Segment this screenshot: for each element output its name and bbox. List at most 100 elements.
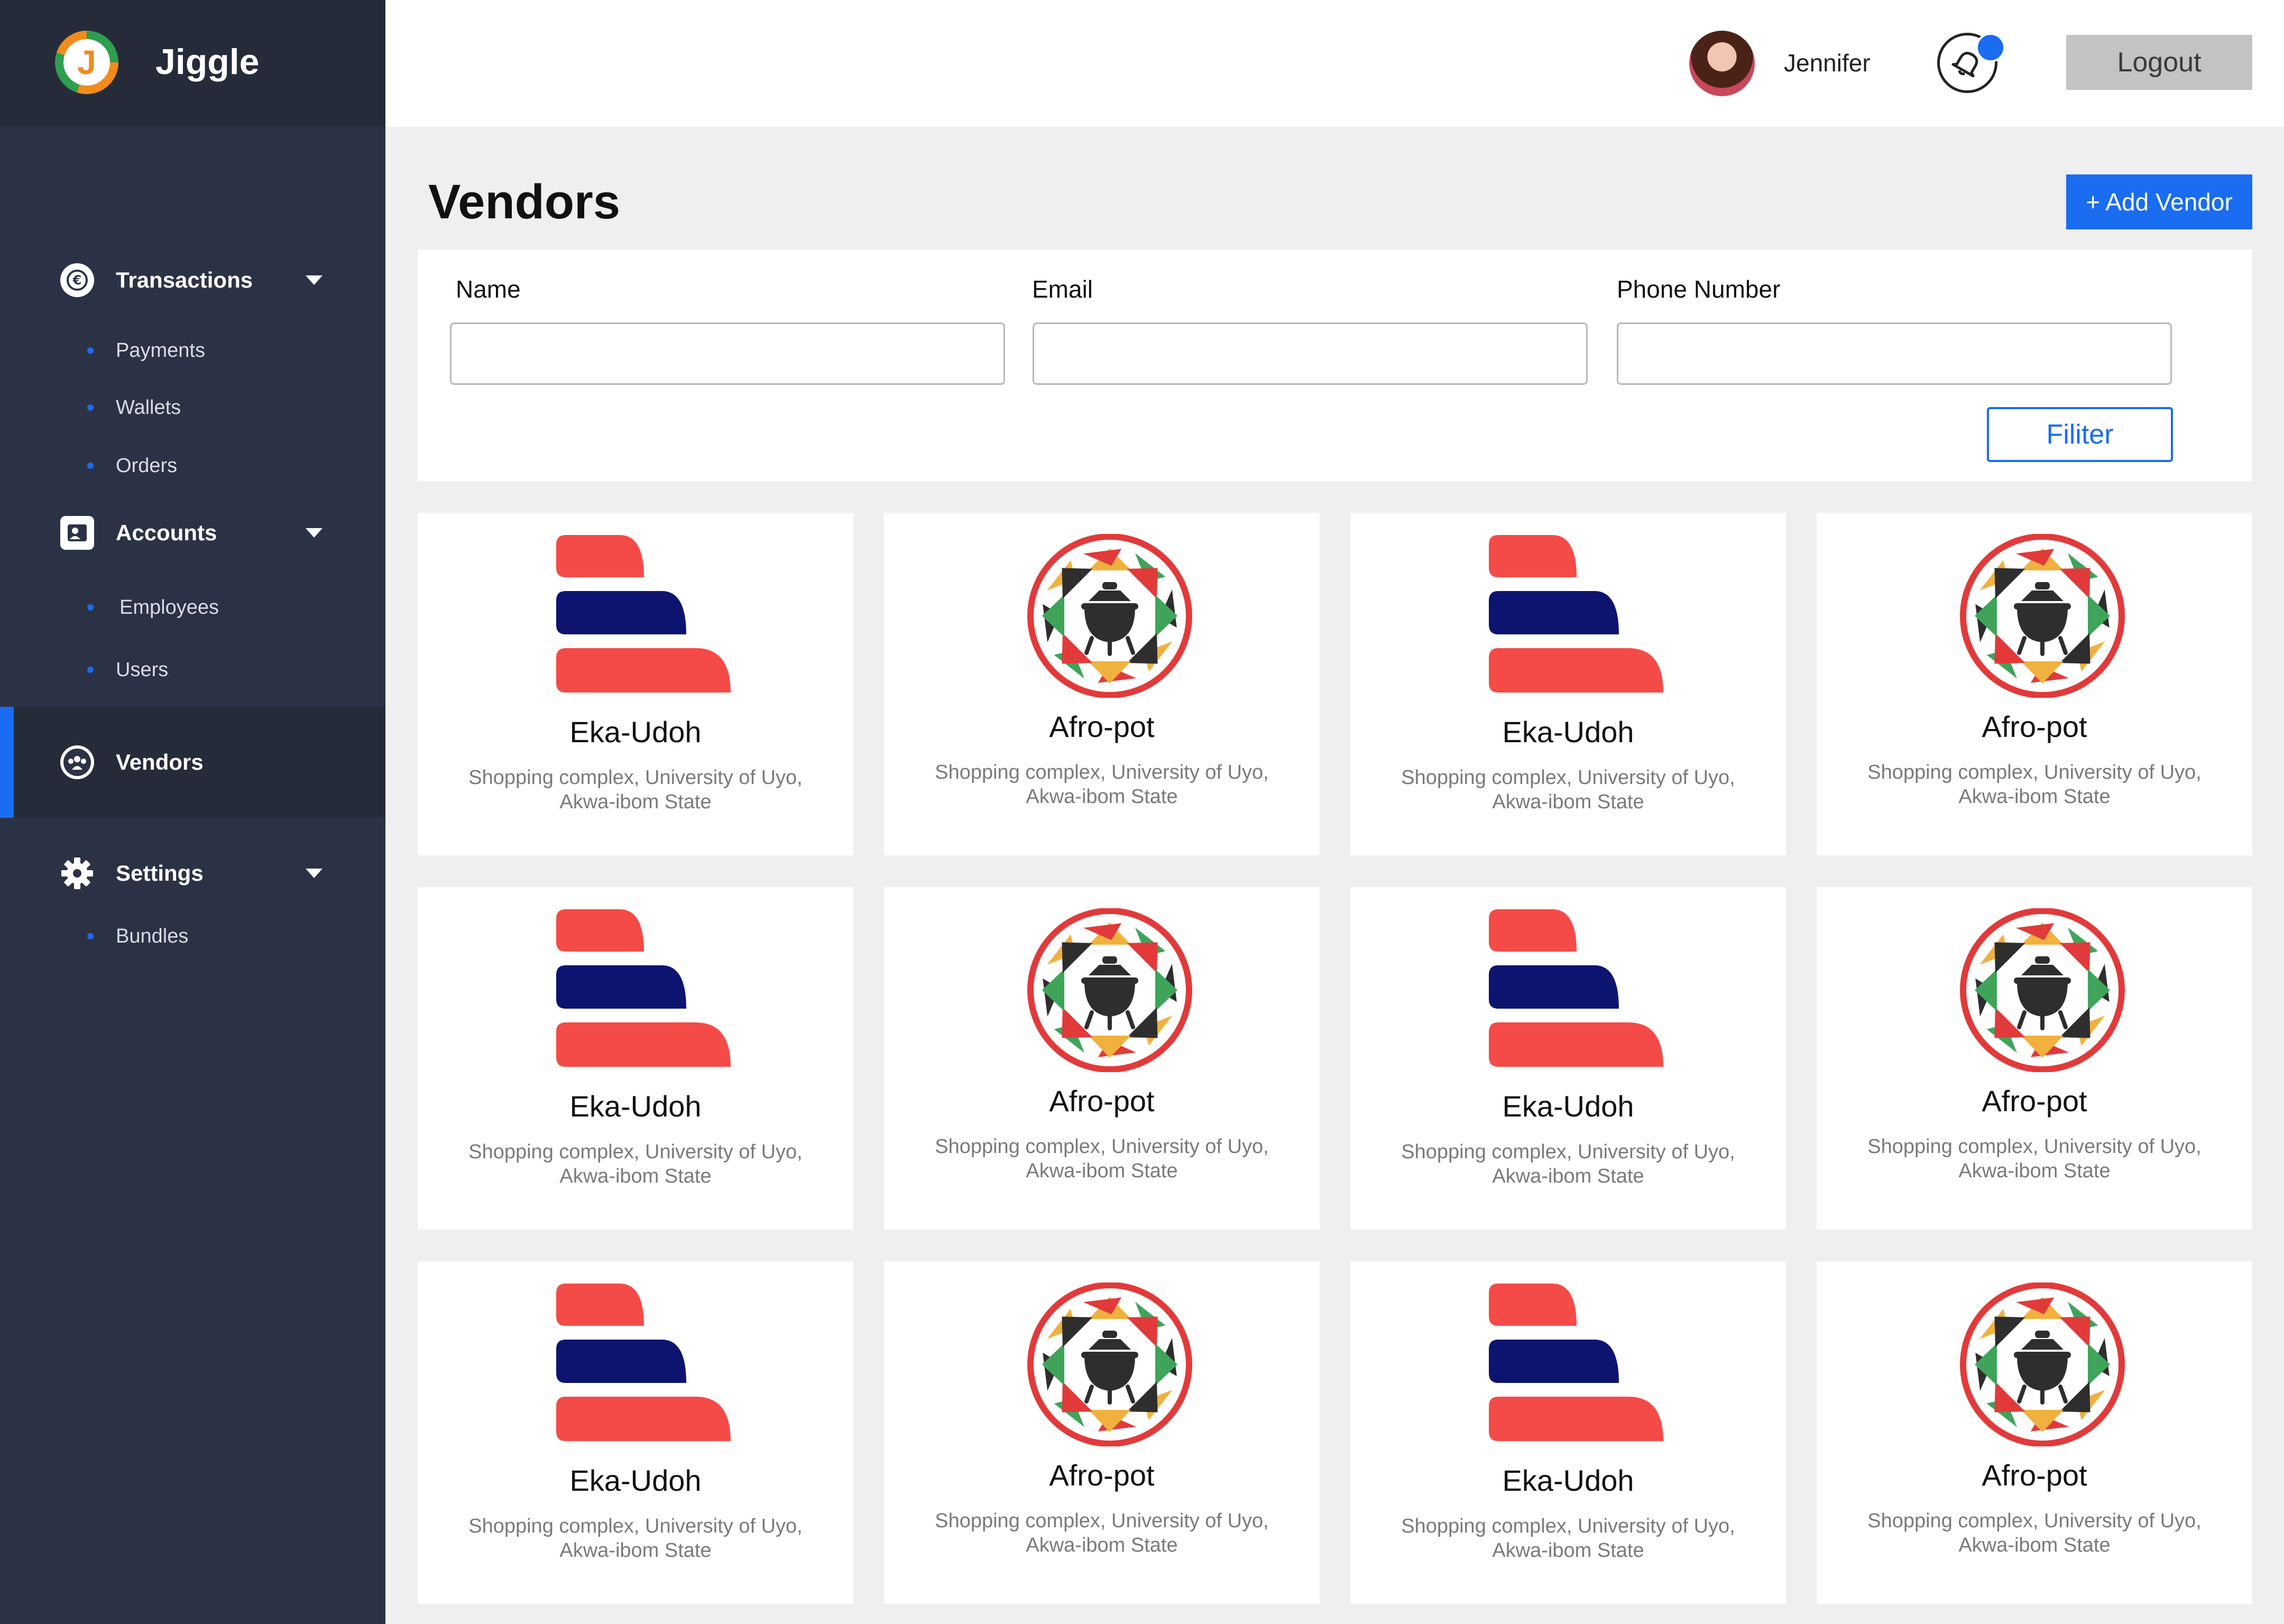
chevron-down-icon[interactable] [306,275,323,285]
bullet-icon [87,667,94,673]
chevron-down-icon[interactable] [306,869,323,878]
vendor-address-line1: Shopping complex, University of Uyo, [1867,1136,2202,1158]
vendor-address-line2: Akwa-ibom State [1958,1160,2111,1182]
afro-pot-logo [1955,908,2130,1073]
add-vendor-button[interactable]: + Add Vendor [2066,174,2252,229]
vendor-card[interactable]: Eka-Udoh Shopping complex, University of… [418,1261,853,1604]
sidebar-item-wallets[interactable]: Wallets [0,384,385,431]
phone-filter-label: Phone Number [1617,275,1781,303]
vendor-address-line2: Akwa-ibom State [1958,786,2111,808]
sidebar-item-employees[interactable]: Employees [0,584,385,631]
sidebar-section-label: Vendors [116,750,204,774]
chevron-down-icon[interactable] [306,528,323,538]
name-filter-label: Name [456,275,521,303]
sidebar-item-vendors[interactable]: Vendors [0,707,385,818]
vendor-address-line2: Akwa-ibom State [1026,1534,1178,1556]
eka-udoh-logo [556,534,731,698]
vendor-card[interactable]: Eka-Udoh Shopping complex, University of… [418,513,853,855]
vendor-card[interactable]: Eka-Udoh Shopping complex, University of… [418,887,853,1230]
filter-panel: Name Email Phone Number Filiter [418,250,2252,481]
sidebar-section-label: Accounts [116,520,217,545]
vendor-address: Shopping complex, University of Uyo, Akw… [1350,765,1786,814]
sidebar-section-settings[interactable]: Settings [0,842,385,905]
sidebar-item-payments[interactable]: Payments [0,327,385,374]
vendor-address: Shopping complex, University of Uyo, Akw… [884,1509,1320,1557]
vendor-name: Eka-Udoh [1502,715,1634,749]
vendor-address: Shopping complex, University of Uyo, Akw… [1350,1140,1786,1188]
vendor-address-line2: Akwa-ibom State [1492,1165,1644,1187]
vendor-address: Shopping complex, University of Uyo, Akw… [418,765,853,814]
afro-pot-logo [1023,1282,1197,1447]
vendor-name: Afro-pot [1982,1084,2087,1118]
vendor-address: Shopping complex, University of Uyo, Akw… [1350,1514,1786,1563]
vendor-card[interactable]: Eka-Udoh Shopping complex, University of… [1350,1261,1786,1604]
vendor-name: Afro-pot [1982,710,2087,743]
bullet-icon [87,933,94,939]
vendor-address: Shopping complex, University of Uyo, Akw… [884,760,1320,809]
vendor-card[interactable]: Afro-pot Shopping complex, University of… [884,887,1320,1230]
vendor-card[interactable]: Afro-pot Shopping complex, University of… [884,1261,1320,1604]
vendor-address: Shopping complex, University of Uyo, Akw… [884,1134,1320,1183]
afro-pot-logo [1955,1282,2130,1447]
top-header [385,0,2284,127]
vendor-name: Eka-Udoh [1502,1464,1634,1497]
vendor-address-line1: Shopping complex, University of Uyo, [1867,761,2202,783]
logout-button[interactable]: Logout [2066,35,2252,90]
vendor-card[interactable]: Afro-pot Shopping complex, University of… [1817,1261,2252,1604]
vendor-name: Eka-Udoh [569,1464,702,1497]
sidebar-section-label: Transactions [116,267,253,292]
page-title: Vendors [428,175,621,229]
vendor-card[interactable]: Afro-pot Shopping complex, University of… [1817,887,2252,1230]
sidebar-item-label: Employees [119,596,219,619]
sidebar-section-transactions[interactable]: € Transactions [0,248,385,312]
sidebar-item-label: Payments [116,339,205,362]
vendor-address-line1: Shopping complex, University of Uyo, [1401,1141,1735,1163]
avatar[interactable] [1689,31,1755,96]
email-filter-input[interactable] [1033,322,1588,385]
vendor-address-line1: Shopping complex, University of Uyo, [935,1510,1269,1532]
eka-udoh-logo [556,1282,731,1446]
notification-badge [1976,33,2005,62]
vendor-name: Afro-pot [1049,710,1155,743]
sidebar-item-orders[interactable]: Orders [0,442,385,490]
eka-udoh-logo [556,908,731,1072]
vendor-address: Shopping complex, University of Uyo, Akw… [1817,760,2252,809]
sidebar-item-label: Bundles [116,925,189,947]
sidebar: J Jiggle € Transactions Payments Wallets… [0,0,385,1624]
vendor-address-line1: Shopping complex, University of Uyo, [468,1141,803,1163]
vendor-address-line1: Shopping complex, University of Uyo, [468,767,803,789]
brand-logo-letter: J [63,39,110,86]
contact-card-icon [60,516,94,550]
vendor-card[interactable]: Afro-pot Shopping complex, University of… [884,513,1320,855]
gear-icon [60,856,94,890]
sidebar-section-label: Settings [116,861,204,885]
eka-udoh-logo [1489,534,1663,698]
filter-button[interactable]: Filiter [1987,407,2173,462]
people-group-icon [60,745,94,779]
vendor-name: Eka-Udoh [569,1090,702,1123]
user-name[interactable]: Jennifer [1784,49,1871,77]
currency-icon: € [60,263,94,297]
brand-logo[interactable]: J [55,31,118,94]
vendor-address-line2: Akwa-ibom State [559,1539,712,1562]
svg-text:€: € [72,273,82,288]
vendor-address-line2: Akwa-ibom State [1026,1160,1178,1182]
sidebar-item-users[interactable]: Users [0,646,385,694]
vendor-address-line2: Akwa-ibom State [559,1165,712,1187]
afro-pot-logo [1023,533,1197,698]
vendor-address: Shopping complex, University of Uyo, Akw… [1817,1509,2252,1557]
sidebar-section-accounts[interactable]: Accounts [0,501,385,565]
vendor-card[interactable]: Afro-pot Shopping complex, University of… [1817,513,2252,855]
vendor-card[interactable]: Eka-Udoh Shopping complex, University of… [1350,513,1786,855]
vendor-name: Eka-Udoh [1502,1090,1634,1123]
vendor-address-line1: Shopping complex, University of Uyo, [935,761,1269,783]
name-filter-input[interactable] [450,322,1005,385]
vendor-address-line1: Shopping complex, University of Uyo, [468,1515,803,1537]
afro-pot-logo [1023,908,1197,1073]
sidebar-item-bundles[interactable]: Bundles [0,912,385,960]
vendor-grid: Eka-Udoh Shopping complex, University of… [418,513,2252,1604]
phone-filter-input[interactable] [1617,322,2172,385]
vendor-card[interactable]: Eka-Udoh Shopping complex, University of… [1350,887,1786,1230]
vendor-name: Afro-pot [1982,1459,2087,1492]
active-indicator [0,707,14,818]
